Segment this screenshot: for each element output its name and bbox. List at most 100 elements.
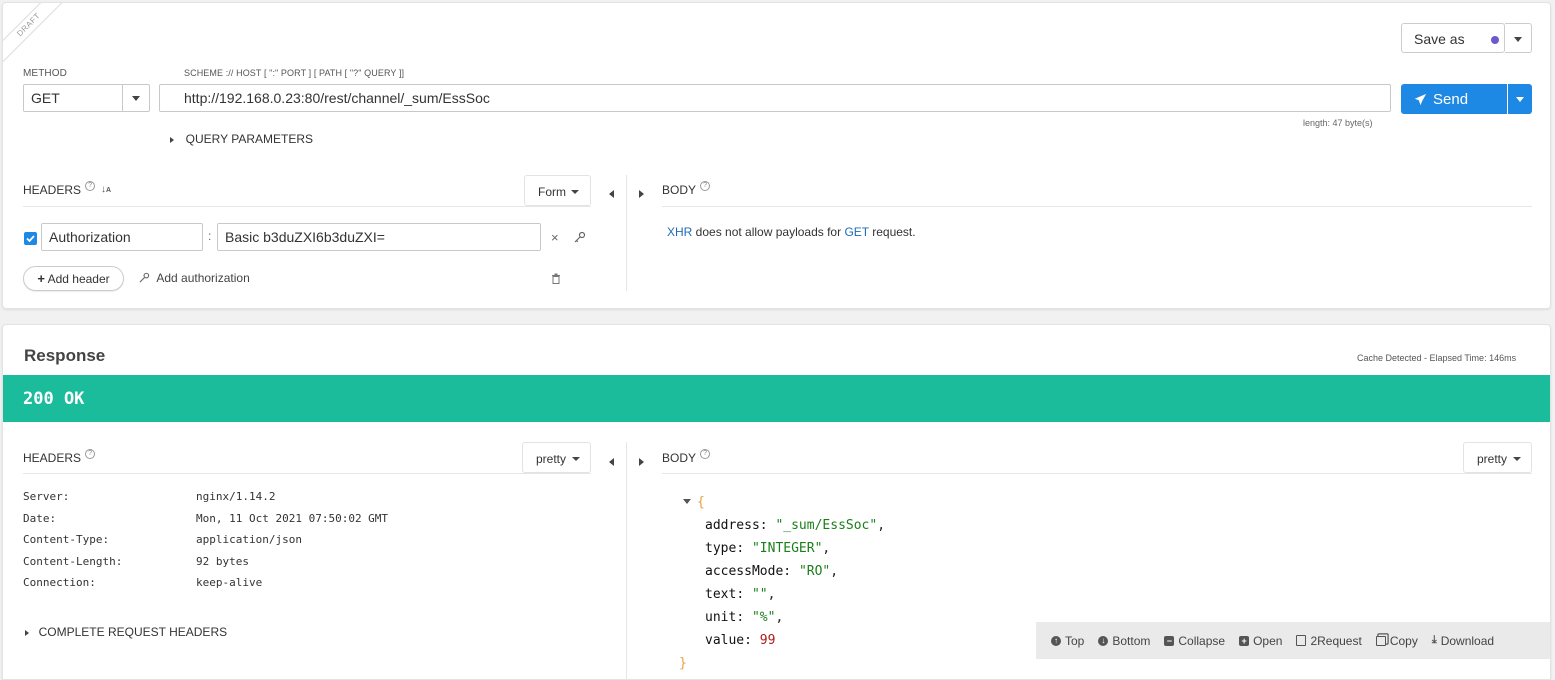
header-value-input[interactable]: Basic b3duZXI6b3duZXI= [217, 223, 541, 251]
response-headers-divider [23, 473, 591, 474]
save-as-button[interactable]: Save as [1401, 23, 1505, 53]
add-authorization-label: Add authorization [156, 271, 250, 285]
download-button[interactable]: ⤓ Download [1432, 634, 1494, 648]
complete-request-headers-toggle[interactable]: COMPLETE REQUEST HEADERS [25, 624, 227, 639]
json-value: "%" [751, 610, 776, 625]
get-link[interactable]: GET [844, 225, 868, 239]
response-title: Response [24, 346, 106, 365]
response-meta: Cache Detected - Elapsed Time: 146ms [1357, 353, 1517, 363]
save-as-label: Save as [1414, 31, 1465, 47]
collapse-label: Collapse [1178, 633, 1226, 648]
header-name-input[interactable]: Authorization [41, 223, 203, 251]
help-icon[interactable]: ? [700, 181, 711, 191]
json-key: unit [705, 610, 737, 625]
body-note: XHR does not allow payloads for GET requ… [667, 225, 916, 239]
header-line-name: Content-Type: [23, 533, 110, 546]
add-header-button[interactable]: + Add header [23, 266, 124, 291]
add-authorization-button[interactable]: Add authorization [139, 271, 250, 285]
top-button[interactable]: ↑ Top [1051, 634, 1084, 648]
json-value: 99 [759, 633, 776, 648]
url-label: SCHEME :// HOST [ ":" PORT ] [ PATH [ "?… [184, 68, 405, 78]
header-line: Content-Length: 92 bytes [23, 555, 583, 577]
header-line-name: Content-Length: [23, 554, 123, 568]
response-headers-title: HEADERS? [23, 449, 96, 465]
download-label: Download [1440, 633, 1495, 648]
json-close-line: } [679, 656, 885, 679]
open-button[interactable]: + Open [1239, 634, 1282, 648]
method-select[interactable]: GET [23, 84, 150, 112]
copy-button[interactable]: Copy [1375, 633, 1418, 648]
unsaved-dot-icon [1491, 36, 1499, 44]
arrow-down-icon: ↓ [1098, 635, 1109, 646]
json-key: value [705, 633, 745, 648]
expand-right-button[interactable] [639, 185, 644, 200]
query-parameters-toggle[interactable]: QUERY PARAMETERS [170, 131, 313, 146]
save-as-dropdown-button[interactable] [1505, 23, 1532, 53]
collapse-button[interactable]: − Collapse [1164, 634, 1225, 648]
open-label: Open [1253, 633, 1283, 648]
header-enabled-checkbox[interactable] [24, 232, 37, 245]
response-body-mode-select[interactable]: pretty [1463, 442, 1532, 473]
bottom-button[interactable]: ↓ Bottom [1098, 634, 1150, 648]
request-split-divider [626, 175, 627, 291]
json-open-brace: { [697, 495, 705, 510]
sort-icon[interactable]: ↓A [101, 184, 111, 195]
complete-request-headers-label: COMPLETE REQUEST HEADERS [38, 625, 228, 639]
json-key: type [705, 541, 737, 556]
response-headers-mode-select[interactable]: pretty [522, 442, 591, 473]
caret-right-icon [170, 136, 174, 143]
method-value: GET [31, 90, 60, 106]
json-line: type: "INTEGER", [705, 541, 831, 556]
header-line-name: Date: [23, 511, 57, 525]
help-icon[interactable]: ? [85, 449, 96, 459]
header-line: Server: nginx/1.14.2 [23, 490, 583, 512]
json-collapse-toggle-icon[interactable] [683, 499, 691, 504]
response-body-title: BODY? [662, 449, 711, 465]
top-label: Top [1065, 633, 1085, 648]
request-body-title: BODY? [662, 181, 711, 197]
collapse-left-button[interactable] [609, 453, 614, 468]
to-request-button[interactable]: 2Request [1296, 634, 1362, 648]
trash-icon[interactable] [551, 273, 561, 284]
json-line: accessMode: "RO", [705, 564, 839, 579]
remove-header-icon[interactable]: × [551, 230, 559, 245]
send-dropdown-button[interactable] [1508, 84, 1532, 114]
minus-square-icon: − [1164, 635, 1175, 646]
collapse-left-button[interactable] [609, 185, 614, 200]
request-body-title-text: BODY [662, 183, 697, 197]
chevron-down-icon [132, 96, 140, 101]
xhr-link[interactable]: XHR [667, 225, 692, 239]
header-line: Date: Mon, 11 Oct 2021 07:50:02 GMT [23, 512, 583, 534]
send-button[interactable]: Send [1401, 84, 1507, 114]
header-line-name: Connection: [23, 576, 96, 589]
url-length: length: 47 byte(s) [1303, 118, 1373, 128]
response-split-divider [626, 442, 627, 679]
header-line: Connection: keep-alive [23, 576, 583, 598]
header-value-value: Basic b3duZXI6b3duZXI= [225, 229, 385, 245]
query-parameters-label: QUERY PARAMETERS [185, 132, 313, 146]
body-divider [662, 206, 1532, 207]
header-line-value: keep-alive [196, 576, 263, 589]
caret-left-icon [609, 189, 614, 198]
json-close-brace: } [679, 656, 687, 671]
caret-left-icon [609, 457, 614, 466]
status-bar: 200 OK [3, 375, 1550, 422]
response-panel: Response Cache Detected - Elapsed Time: … [2, 324, 1551, 680]
expand-right-button[interactable] [639, 453, 644, 468]
json-viewer: { address: "_sum/EssSoc", type: "INTEGER… [679, 495, 885, 679]
headers-mode-label: Form [538, 185, 566, 199]
key-icon[interactable] [574, 231, 586, 243]
body-note-middle: does not allow payloads for [692, 225, 845, 239]
help-icon[interactable]: ? [700, 449, 711, 459]
method-dropdown-toggle[interactable] [122, 85, 149, 111]
help-icon[interactable]: ? [85, 181, 96, 191]
copy-label: Copy [1389, 633, 1418, 648]
header-line-value: application/json [196, 533, 302, 546]
request-panel: DRAFT Save as METHOD GET SCHEME :// HOST… [2, 2, 1551, 309]
header-line-value: Mon, 11 Oct 2021 07:50:02 GMT [196, 511, 389, 525]
url-input[interactable]: http://192.168.0.23:80/rest/channel/_sum… [159, 84, 1391, 112]
json-value: "" [751, 587, 768, 602]
headers-mode-select[interactable]: Form [524, 175, 591, 206]
copy-to-request-icon [1296, 635, 1307, 646]
chevron-down-icon [1516, 97, 1524, 102]
